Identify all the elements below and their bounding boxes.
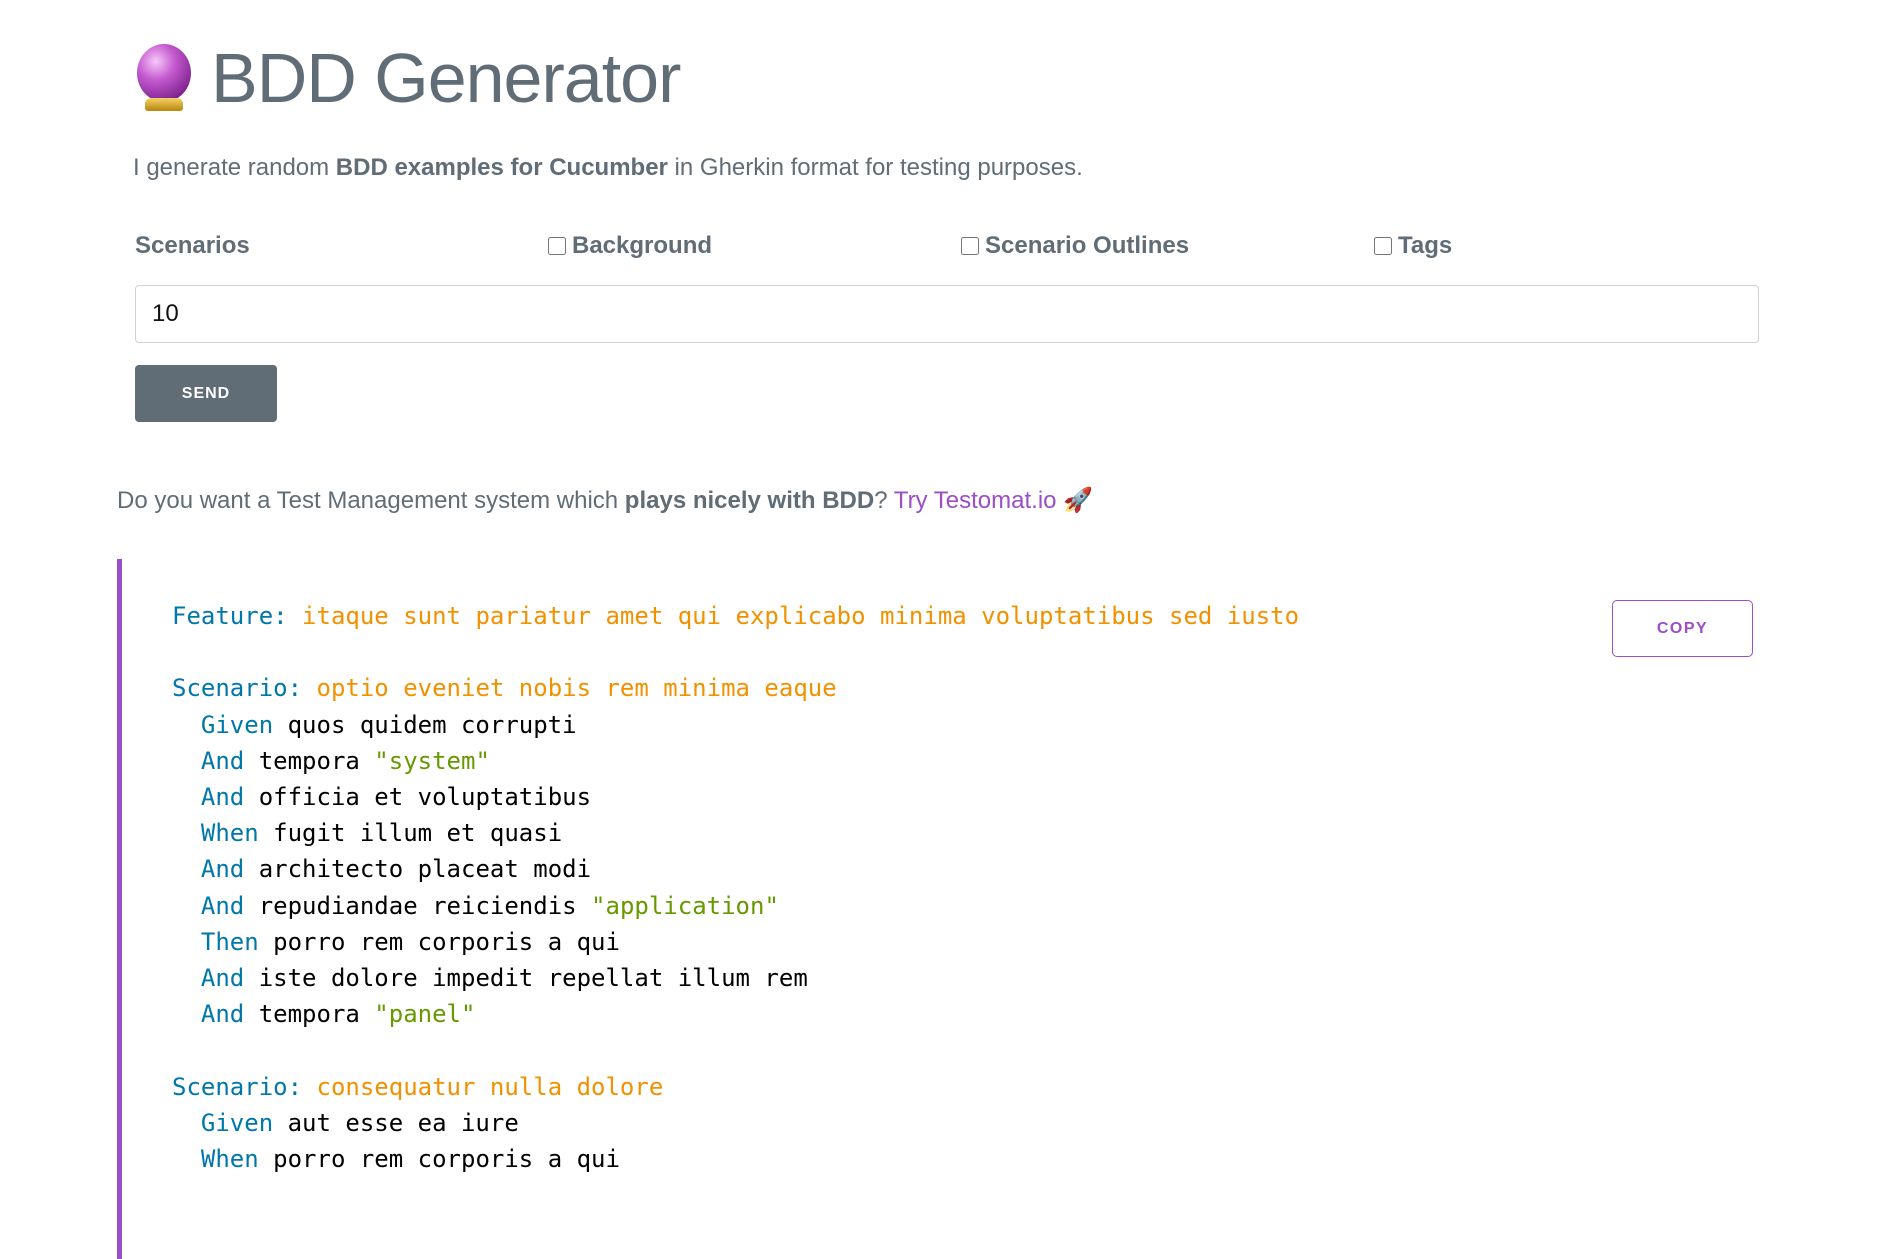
- code-line: And architecto placeat modi: [172, 851, 1299, 887]
- intro-bold: BDD examples for Cucumber: [336, 154, 668, 181]
- scenario-outlines-label: Scenario Outlines: [985, 232, 1189, 260]
- scenario-outlines-option[interactable]: Scenario Outlines: [961, 232, 1189, 260]
- gherkin-keyword: And: [172, 783, 259, 811]
- gherkin-text: porro rem corporis a qui: [273, 928, 620, 956]
- gherkin-keyword: When: [172, 1145, 273, 1173]
- gherkin-text: repudiandae reiciendis: [259, 892, 591, 920]
- promo-text: Do you want a Test Management system whi…: [117, 486, 1093, 515]
- intro-pre: I generate random: [133, 154, 336, 181]
- gherkin-text: architecto placeat modi: [259, 855, 591, 883]
- gherkin-text: aut esse ea iure: [288, 1109, 519, 1137]
- gherkin-text: iste dolore impedit repellat illum rem: [259, 964, 808, 992]
- code-line: Given quos quidem corrupti: [172, 707, 1299, 743]
- tags-checkbox[interactable]: [1374, 237, 1392, 255]
- gherkin-keyword: When: [172, 819, 273, 847]
- scenario-outlines-checkbox[interactable]: [961, 237, 979, 255]
- gherkin-string: "panel": [374, 1000, 475, 1028]
- code-line: Then porro rem corporis a qui: [172, 924, 1299, 960]
- scenarios-label-text: Scenarios: [135, 232, 250, 260]
- code-line: Feature: itaque sunt pariatur amet qui e…: [172, 598, 1299, 634]
- promo-mid: ?: [874, 487, 894, 514]
- code-line: [172, 1032, 1299, 1068]
- promo-pre: Do you want a Test Management system whi…: [117, 487, 625, 514]
- gherkin-keyword: And: [172, 855, 259, 883]
- page-header: BDD Generator: [135, 36, 680, 120]
- code-block-border: [117, 559, 122, 1259]
- gherkin-keyword: And: [172, 964, 259, 992]
- gherkin-title: itaque sunt pariatur amet qui explicabo …: [302, 602, 1299, 630]
- gherkin-keyword: And: [172, 747, 259, 775]
- code-line: When fugit illum et quasi: [172, 815, 1299, 851]
- gherkin-text: officia et voluptatibus: [259, 783, 591, 811]
- code-line: And tempora "system": [172, 743, 1299, 779]
- gherkin-text: porro rem corporis a qui: [273, 1145, 620, 1173]
- code-line: And repudiandae reiciendis "application": [172, 888, 1299, 924]
- gherkin-keyword: Scenario:: [172, 1073, 317, 1101]
- gherkin-output: Feature: itaque sunt pariatur amet qui e…: [172, 598, 1299, 1177]
- gherkin-text: tempora: [259, 1000, 375, 1028]
- gherkin-string: "system": [374, 747, 490, 775]
- gherkin-keyword: Given: [172, 1109, 288, 1137]
- gherkin-keyword: And: [172, 892, 259, 920]
- intro-post: in Gherkin format for testing purposes.: [668, 154, 1083, 181]
- code-line: Scenario: consequatur nulla dolore: [172, 1069, 1299, 1105]
- gherkin-keyword: Then: [172, 928, 273, 956]
- tags-option[interactable]: Tags: [1374, 232, 1452, 260]
- code-line: [172, 634, 1299, 670]
- promo-bold: plays nicely with BDD: [625, 487, 874, 514]
- code-line: And tempora "panel": [172, 996, 1299, 1032]
- gherkin-text: quos quidem corrupti: [288, 711, 577, 739]
- copy-button[interactable]: COPY: [1612, 600, 1753, 657]
- tags-label: Tags: [1398, 232, 1452, 260]
- code-line: And iste dolore impedit repellat illum r…: [172, 960, 1299, 996]
- crystal-ball-icon: [135, 44, 193, 112]
- code-line: And officia et voluptatibus: [172, 779, 1299, 815]
- gherkin-text: tempora: [259, 747, 375, 775]
- gherkin-keyword: Given: [172, 711, 288, 739]
- gherkin-title: optio eveniet nobis rem minima eaque: [317, 674, 837, 702]
- gherkin-keyword: Feature:: [172, 602, 302, 630]
- scenarios-input[interactable]: [135, 285, 1759, 343]
- gherkin-text: fugit illum et quasi: [273, 819, 562, 847]
- code-line: Scenario: optio eveniet nobis rem minima…: [172, 670, 1299, 706]
- background-label: Background: [572, 232, 712, 260]
- background-checkbox[interactable]: [548, 237, 566, 255]
- page-title: BDD Generator: [211, 38, 680, 118]
- intro-text: I generate random BDD examples for Cucum…: [133, 154, 1083, 182]
- send-button[interactable]: SEND: [135, 365, 277, 422]
- code-line: When porro rem corporis a qui: [172, 1141, 1299, 1177]
- code-line: Given aut esse ea iure: [172, 1105, 1299, 1141]
- gherkin-keyword: And: [172, 1000, 259, 1028]
- background-option[interactable]: Background: [548, 232, 712, 260]
- rocket-icon: 🚀: [1063, 487, 1093, 514]
- scenarios-label: Scenarios: [135, 232, 250, 260]
- gherkin-string: "application": [591, 892, 779, 920]
- gherkin-title: consequatur nulla dolore: [317, 1073, 664, 1101]
- testomat-link[interactable]: Try Testomat.io: [894, 487, 1057, 514]
- gherkin-keyword: Scenario:: [172, 674, 317, 702]
